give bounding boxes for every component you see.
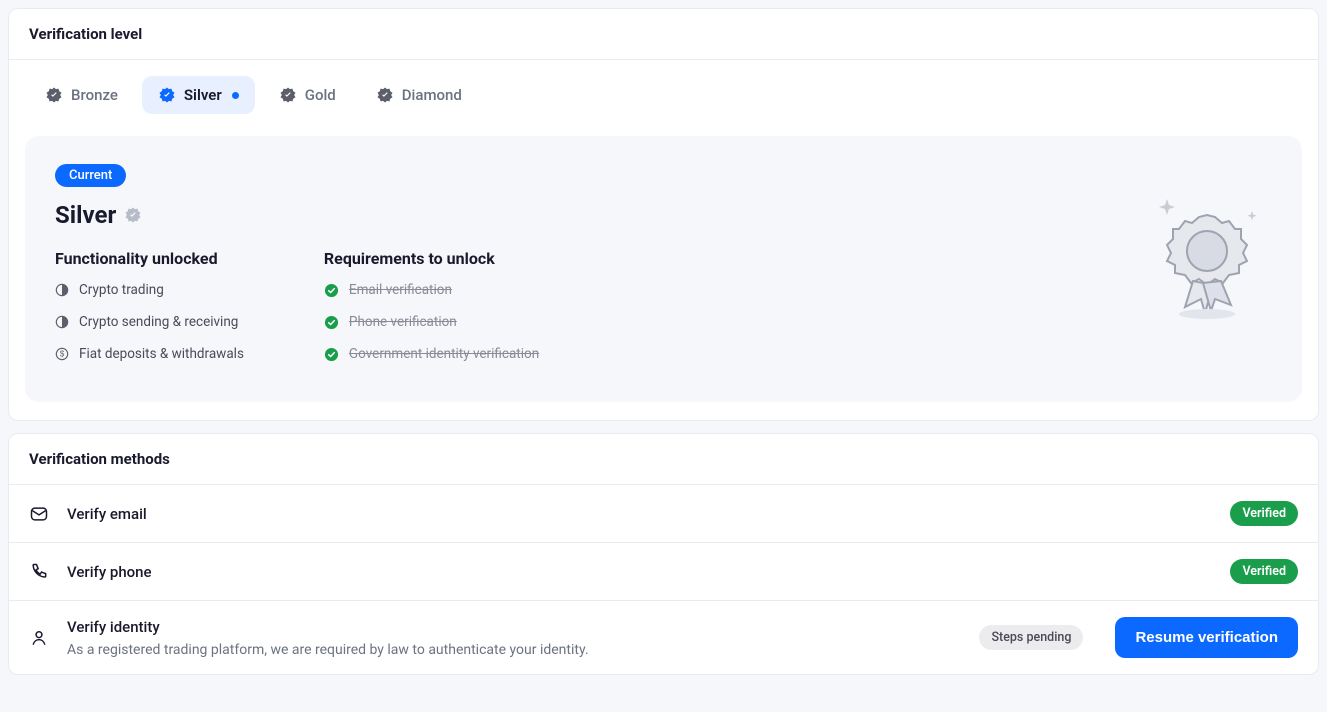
verification-level-card: Verification level Bronze Silver Gold	[8, 8, 1319, 421]
check-circle-icon	[324, 347, 339, 362]
level-name-text: Silver	[55, 201, 116, 229]
functionality-column: Functionality unlocked Crypto trading Cr…	[55, 249, 244, 362]
requirement-label: Phone verification	[349, 314, 457, 330]
tab-label: Silver	[184, 86, 222, 104]
current-chip: Current	[55, 164, 126, 187]
requirements-column: Requirements to unlock Email verificatio…	[324, 249, 539, 362]
requirement-item: Email verification	[324, 282, 539, 298]
verification-methods-header: Verification methods	[9, 434, 1318, 485]
resume-verification-button[interactable]: Resume verification	[1115, 617, 1298, 658]
functionality-label: Crypto sending & receiving	[79, 314, 238, 330]
active-indicator-dot	[232, 92, 239, 99]
check-circle-icon	[324, 283, 339, 298]
method-row-phone: Verify phone Verified	[9, 542, 1318, 600]
verification-level-header: Verification level	[9, 9, 1318, 60]
level-name-title: Silver	[55, 201, 1272, 229]
requirement-item: Phone verification	[324, 314, 539, 330]
tab-label: Gold	[305, 86, 336, 104]
status-pill-verified: Verified	[1230, 501, 1298, 526]
verification-methods-card: Verification methods Verify email Verifi…	[8, 433, 1319, 675]
method-title: Verify identity	[67, 618, 961, 636]
requirements-heading: Requirements to unlock	[324, 249, 539, 268]
requirement-label: Government identity verification	[349, 346, 539, 362]
phone-icon	[29, 562, 49, 582]
methods-list: Verify email Verified Verify phone Verif…	[9, 485, 1318, 674]
method-title: Verify email	[67, 505, 1212, 523]
functionality-item: $ Fiat deposits & withdrawals	[55, 346, 244, 362]
circle-icon	[55, 283, 69, 297]
functionality-label: Crypto trading	[79, 282, 164, 298]
badge-icon	[158, 86, 176, 104]
gear-badge-illustration	[1152, 191, 1262, 325]
method-title: Verify phone	[67, 563, 1212, 581]
level-panel: Current Silver Functionality unlocked Cr…	[25, 136, 1302, 402]
badge-icon	[124, 206, 142, 224]
method-description: As a registered trading platform, we are…	[67, 642, 961, 658]
functionality-label: Fiat deposits & withdrawals	[79, 346, 244, 362]
verification-methods-title: Verification methods	[29, 450, 1298, 468]
check-circle-icon	[324, 315, 339, 330]
functionality-heading: Functionality unlocked	[55, 249, 244, 268]
badge-icon	[376, 86, 394, 104]
method-row-email: Verify email Verified	[9, 485, 1318, 542]
functionality-item: Crypto sending & receiving	[55, 314, 244, 330]
tab-bronze[interactable]: Bronze	[29, 76, 134, 114]
status-pill-verified: Verified	[1230, 559, 1298, 584]
circle-icon	[55, 315, 69, 329]
tab-label: Diamond	[402, 86, 462, 104]
status-pill-pending: Steps pending	[979, 625, 1083, 650]
level-tabs: Bronze Silver Gold Diamond	[9, 60, 1318, 126]
requirement-label: Email verification	[349, 282, 452, 298]
tab-gold[interactable]: Gold	[263, 76, 352, 114]
functionality-item: Crypto trading	[55, 282, 244, 298]
tab-label: Bronze	[71, 86, 118, 104]
mail-icon	[29, 504, 49, 524]
verification-level-title: Verification level	[29, 25, 1298, 43]
money-icon: $	[55, 347, 69, 361]
person-icon	[29, 628, 49, 648]
badge-icon	[45, 86, 63, 104]
tab-silver[interactable]: Silver	[142, 76, 255, 114]
method-row-identity: Verify identity As a registered trading …	[9, 600, 1318, 674]
requirement-item: Government identity verification	[324, 346, 539, 362]
svg-text:$: $	[60, 350, 65, 359]
tab-diamond[interactable]: Diamond	[360, 76, 478, 114]
badge-icon	[279, 86, 297, 104]
